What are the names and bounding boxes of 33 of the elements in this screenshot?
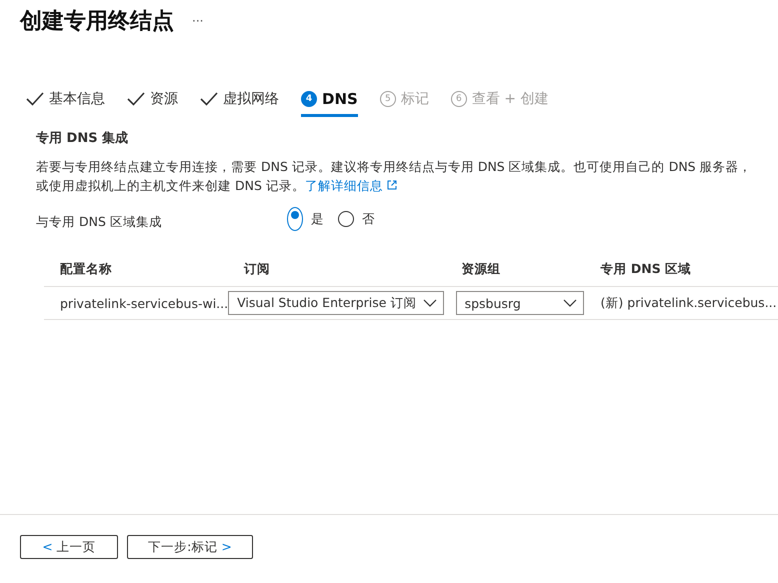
column-header: 订阅 — [244, 261, 270, 276]
radio-circle[interactable] — [338, 211, 354, 227]
more-button[interactable]: ··· — [192, 14, 204, 28]
column-header: 配置名称 — [60, 261, 112, 276]
external-link-icon — [386, 180, 397, 190]
check-icon — [26, 92, 44, 106]
wizard-tab[interactable]: 4 DNS — [301, 86, 358, 117]
page-title: 创建专用终结点 — [20, 8, 174, 36]
chevron-down-icon — [423, 299, 438, 307]
radio-option[interactable]: 是 — [287, 207, 324, 231]
radio-option[interactable]: 否 — [338, 207, 375, 231]
check-icon — [200, 92, 218, 106]
step-number: 5 — [380, 91, 396, 107]
next-button[interactable]: 下一步:标记 > — [127, 535, 253, 559]
step-number: 6 — [450, 91, 467, 107]
description-text: 若要与专用终结点建立专用连接，需要 DNS 记录。建议将专用终结点与专用 DNS 区域集成。也可使用自己的 DNS 服务器，或使用虚拟机上的主机文件来创建 DNS 记录。了解详细信息 — [36, 158, 753, 195]
field-label: 与专用 DNS 区域集成 — [36, 212, 163, 230]
section-heading: 专用 DNS 集成 — [36, 130, 130, 147]
resource-group-dropdown[interactable]: spsbusrg — [456, 291, 584, 315]
check-icon — [127, 92, 145, 106]
column-header: 专用 DNS 区域 — [600, 261, 692, 276]
table-cell: privatelink-servicebus-wi... — [60, 296, 228, 310]
radio-circle[interactable] — [287, 207, 303, 231]
previous-button[interactable]: < 上一页 — [20, 535, 118, 559]
wizard-tab[interactable]: 基本信息 — [26, 86, 105, 117]
wizard-tab[interactable]: 资源 — [127, 86, 178, 117]
column-header: 资源组 — [462, 261, 501, 276]
subscription-dropdown[interactable]: Visual Studio Enterprise 订阅 — [228, 291, 444, 315]
table-cell: (新) privatelink.servicebus... — [600, 294, 777, 310]
wizard-tab[interactable]: 虚拟网络 — [200, 86, 279, 117]
chevron-down-icon — [562, 299, 577, 307]
step-number: 4 — [301, 91, 317, 107]
learn-more-link[interactable]: 了解详细信息 — [304, 178, 397, 193]
